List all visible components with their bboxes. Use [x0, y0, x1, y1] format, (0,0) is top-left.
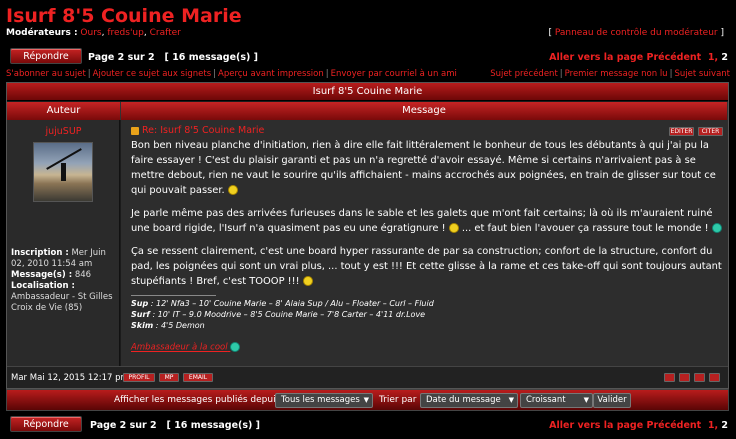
posts-value: 846	[74, 270, 92, 280]
bookmark-link[interactable]: Ajouter ce sujet aux signets	[93, 69, 211, 79]
signature-divider	[131, 295, 216, 296]
subscribe-link[interactable]: S'abonner au sujet	[6, 69, 86, 79]
moderator-link-ours[interactable]: Ours	[80, 28, 101, 38]
reply-label: Répondre	[23, 50, 69, 62]
page-1-link[interactable]: 1	[708, 420, 715, 431]
avatar	[33, 142, 93, 202]
since-value: Tous les messages	[281, 395, 360, 405]
topic-actions: S'abonner au sujet | Ajouter ce sujet aux …	[6, 69, 457, 79]
chevron-down-icon: ▼	[508, 396, 514, 404]
message-panel: Re: Isurf 8'5 Couine Marie EDITER CITER …	[121, 120, 728, 366]
pm-button[interactable]: MP	[159, 373, 179, 382]
post-footer: Mar Mai 12, 2015 12:17 pm PROFIL MP EMAI…	[7, 366, 728, 388]
reply-button-bottom[interactable]: Répondre	[10, 416, 82, 432]
paragraph-1: Bon ben niveau planche d'initiation, rie…	[131, 140, 716, 196]
embarrassed-smile-icon	[448, 223, 459, 233]
sig-skim-label: Skim	[131, 321, 154, 330]
warn-icon[interactable]	[694, 373, 705, 382]
location-value: Ambassadeur - St Gilles Croix de Vie (85…	[11, 292, 113, 313]
info-icon[interactable]	[679, 373, 690, 382]
column-message: Message	[121, 102, 728, 120]
order-select[interactable]: Croissant ▼	[520, 393, 593, 408]
page-info: Page 2 sur 2	[88, 52, 155, 63]
message-count: [ 16 message(s) ]	[166, 420, 261, 431]
page-info-top: Page 2 sur 2 [ 16 message(s) ]	[88, 52, 258, 63]
prev-link[interactable]: Précédent	[646, 52, 701, 63]
author-profile: Inscription : Mer Juin 02, 2010 11:54 am…	[11, 248, 119, 314]
sort-label: Trier par	[379, 395, 417, 405]
display-filter-bar: Afficher les messages publiés depuis : T…	[6, 389, 729, 411]
sig-sup-value: : 12' Nfa3 – 10' Couine Marie – 8' Alaia…	[150, 299, 434, 308]
grin-icon	[711, 223, 722, 233]
goto-label: Aller vers la page	[549, 52, 644, 63]
sig-surf-label: Surf	[131, 310, 150, 319]
mod-panel: [ Panneau de contrôle du modérateur ]	[548, 28, 724, 38]
post-title-text: Re: Isurf 8'5 Couine Marie	[142, 125, 265, 136]
post-table: Isurf 8'5 Couine Marie Auteur Message ju…	[6, 82, 729, 389]
sort-select[interactable]: Date du message ▼	[420, 393, 518, 408]
chevron-down-icon: ▼	[363, 396, 369, 404]
since-label: Afficher les messages publiés depuis :	[114, 395, 287, 405]
profile-button[interactable]: PROFIL	[123, 373, 155, 382]
page-2-current: 2	[721, 52, 728, 63]
prev-topic-link[interactable]: Sujet précédent	[490, 69, 558, 79]
prev-link[interactable]: Précédent	[646, 420, 701, 431]
sig-skim-value: : 4'5 Demon	[155, 321, 205, 330]
table-title: Isurf 8'5 Couine Marie	[7, 83, 728, 101]
moderator-link-fredsup[interactable]: freds'up	[107, 28, 144, 38]
next-topic-link[interactable]: Sujet suivant	[674, 69, 730, 79]
topic-title[interactable]: Isurf 8'5 Couine Marie	[6, 5, 242, 27]
post-title[interactable]: Re: Isurf 8'5 Couine Marie	[131, 125, 264, 136]
goto-page-top: Aller vers la page Précédent 1, 2	[549, 52, 728, 63]
first-unread-link[interactable]: Premier message non lu	[565, 69, 668, 79]
sig-sup-label: Sup	[131, 299, 149, 308]
sig-surf-value: : 10' IT – 9.0 Moodrive – 8'5 Couine Mar…	[152, 310, 426, 319]
email-friend-link[interactable]: Envoyer par courriel à un ami	[331, 69, 457, 79]
paragraph-3: Ça se ressent clairement, c'est une boar…	[131, 246, 722, 287]
paragraph-2b: ... et faut bien l'avouer ça rassure tou…	[461, 223, 709, 234]
order-value: Croissant	[526, 395, 566, 405]
email-button[interactable]: EMAIL	[183, 373, 213, 382]
grin-icon	[230, 342, 241, 352]
signature-link[interactable]: Ambassadeur à la cool	[131, 342, 241, 353]
goto-page-bottom: Aller vers la page Précédent 1, 2	[549, 420, 728, 431]
moderator-link-crafter[interactable]: Crafter	[150, 28, 181, 38]
signature: Sup : 12' Nfa3 – 10' Couine Marie – 8' A…	[131, 298, 434, 331]
sort-value: Date du message	[426, 395, 501, 405]
moderators: Modérateurs : Ours, freds'up, Crafter	[6, 28, 181, 38]
reply-button-top[interactable]: Répondre	[10, 48, 82, 64]
post-icon	[131, 126, 139, 135]
joined-label: Inscription :	[11, 248, 69, 258]
page-2-current: 2	[721, 420, 728, 431]
submit-button[interactable]: Valider	[593, 393, 631, 408]
goto-label: Aller vers la page	[549, 420, 644, 431]
quote-button[interactable]: CITER	[698, 127, 723, 136]
laugh-icon	[302, 276, 313, 286]
chevron-down-icon: ▼	[583, 396, 589, 404]
delete-icon[interactable]	[709, 373, 720, 382]
author-panel: jujuSUP Inscription : Mer Juin 02, 2010 …	[7, 120, 120, 366]
location-label: Localisation :	[11, 281, 75, 291]
posts-label: Message(s) :	[11, 270, 73, 280]
page-1-link[interactable]: 1	[708, 52, 715, 63]
author-name[interactable]: jujuSUP	[7, 126, 120, 137]
edit-button[interactable]: EDITER	[669, 127, 694, 136]
page-info: Page 2 sur 2	[90, 420, 157, 431]
mod-panel-link[interactable]: Panneau de contrôle du modérateur	[555, 28, 718, 38]
page-info-bottom: Page 2 sur 2 [ 16 message(s) ]	[90, 420, 260, 431]
post-body: Bon ben niveau planche d'initiation, rie…	[131, 138, 723, 297]
since-select[interactable]: Tous les messages ▼	[275, 393, 373, 408]
topic-nav: Sujet précédent | Premier message non lu | S…	[490, 69, 730, 79]
print-link[interactable]: Aperçu avant impression	[218, 69, 324, 79]
moderators-label: Modérateurs :	[6, 28, 78, 38]
post-date: Mar Mai 12, 2015 12:17 pm	[11, 373, 129, 383]
column-author: Auteur	[7, 102, 121, 120]
message-count: [ 16 message(s) ]	[164, 52, 259, 63]
smile-icon	[227, 185, 238, 195]
report-icon[interactable]	[664, 373, 675, 382]
sig-link-text: Ambassadeur à la cool	[131, 342, 228, 353]
reply-label: Répondre	[23, 418, 69, 430]
